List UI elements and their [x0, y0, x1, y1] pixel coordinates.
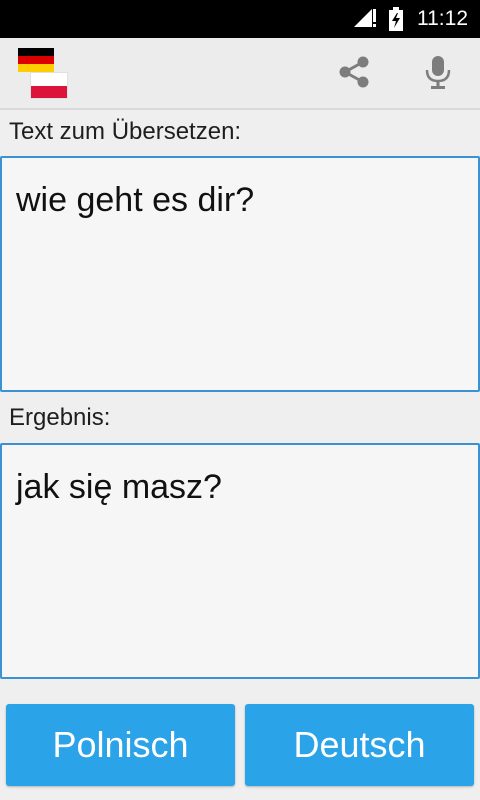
german-button[interactable]: Deutsch: [245, 704, 474, 786]
source-input[interactable]: wie geht es dir?: [0, 156, 480, 392]
result-label: Ergebnis:: [9, 404, 111, 431]
source-label: Text zum Übersetzen:: [9, 118, 242, 145]
source-text: wie geht es dir?: [16, 181, 255, 219]
microphone-icon: [423, 54, 453, 95]
status-time: 11:12: [417, 7, 468, 30]
microphone-button[interactable]: [414, 50, 462, 98]
no-sim-icon: [371, 7, 379, 34]
app-bar: [0, 38, 480, 110]
german-flag-icon: [18, 48, 54, 72]
share-button[interactable]: [330, 50, 378, 98]
status-bar: 11:12: [0, 0, 480, 38]
battery-charging-icon: [389, 7, 403, 36]
language-flags[interactable]: [18, 48, 70, 98]
result-output[interactable]: jak się masz?: [0, 443, 480, 679]
polish-flag-icon: [31, 73, 67, 98]
polish-button[interactable]: Polnisch: [6, 704, 235, 786]
share-icon: [336, 54, 372, 95]
result-text: jak się masz?: [16, 468, 222, 506]
